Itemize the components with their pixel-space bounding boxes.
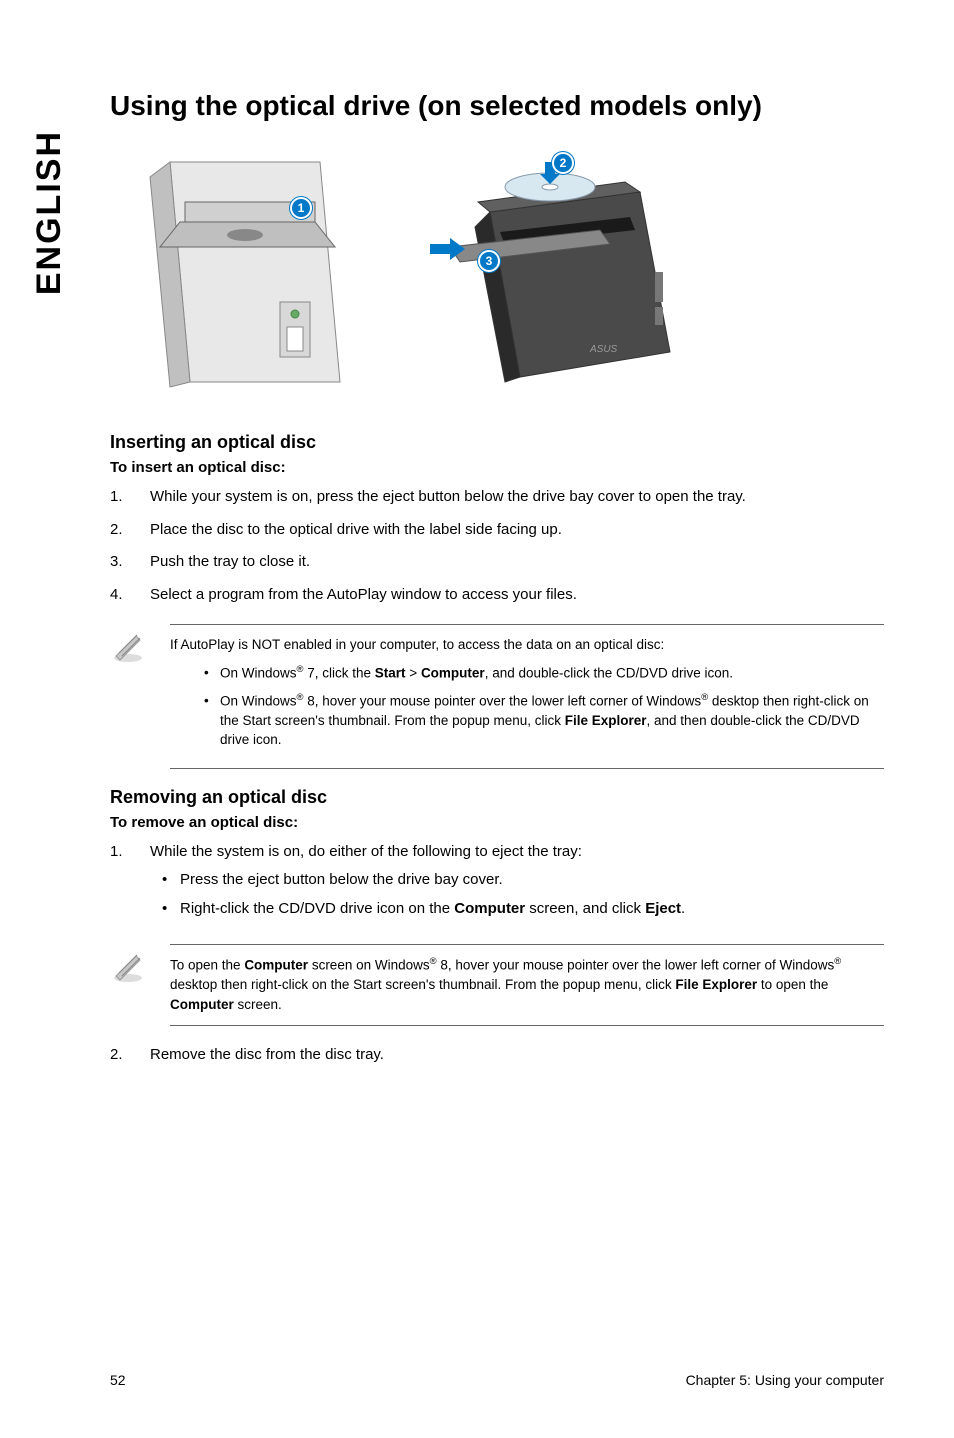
- note-autoplay: If AutoPlay is NOT enabled in your compu…: [110, 624, 884, 769]
- step-text-inner: Right-click the CD/DVD drive icon on the: [180, 900, 454, 917]
- step-number: 1.: [110, 841, 150, 927]
- language-tab: ENGLISH: [30, 130, 69, 295]
- step-text: Select a program from the AutoPlay windo…: [150, 584, 884, 607]
- svg-text:ASUS: ASUS: [589, 344, 618, 355]
- note-text: screen on Windows: [308, 958, 430, 973]
- list-item: Press the eject button below the drive b…: [150, 869, 884, 892]
- bold-computer: Computer: [170, 997, 234, 1012]
- step-number: 3.: [110, 551, 150, 574]
- step-number: 1.: [110, 486, 150, 509]
- list-item: 2.Remove the disc from the disc tray.: [110, 1044, 884, 1067]
- callout-3: 3: [478, 250, 500, 272]
- pencil-note-icon: [110, 948, 146, 984]
- bold-computer: Computer: [421, 665, 485, 680]
- bold-file-explorer: File Explorer: [565, 713, 647, 728]
- removing-steps-2: 2.Remove the disc from the disc tray.: [110, 1044, 884, 1067]
- note-text: desktop then right-click on the Start sc…: [170, 977, 675, 992]
- pencil-note-icon: [110, 628, 146, 664]
- note-text: 7, click the: [304, 665, 375, 680]
- note-text: to open the: [757, 977, 828, 992]
- callout-2: 2: [552, 152, 574, 174]
- registered-mark: ®: [430, 956, 437, 967]
- registered-mark: ®: [834, 956, 841, 967]
- inserting-steps: 1.While your system is on, press the eje…: [110, 486, 884, 606]
- step-number: 4.: [110, 584, 150, 607]
- callout-1: 1: [290, 197, 312, 219]
- figure-angled-tower: ASUS 2 3: [420, 152, 700, 392]
- bold-computer: Computer: [244, 958, 308, 973]
- list-item: 3.Push the tray to close it.: [110, 551, 884, 574]
- step-text-inner: .: [681, 900, 685, 917]
- note-text: 8, hover your mouse pointer over the low…: [437, 958, 835, 973]
- angled-tower-icon: ASUS: [420, 152, 700, 392]
- step-number: 2.: [110, 519, 150, 542]
- registered-mark: ®: [297, 664, 304, 675]
- bold-eject: Eject: [645, 900, 681, 917]
- list-item: On Windows® 7, click the Start > Compute…: [200, 663, 884, 683]
- chapter-label: Chapter 5: Using your computer: [686, 1372, 884, 1388]
- list-item: On Windows® 8, hover your mouse pointer …: [200, 691, 884, 750]
- front-tower-icon: [140, 152, 360, 392]
- inserting-heading: Inserting an optical disc: [110, 432, 884, 453]
- figures-row: 1: [110, 152, 884, 392]
- list-item: 1. While the system is on, do either of …: [110, 841, 884, 927]
- note-content: To open the Computer screen on Windows® …: [170, 944, 884, 1025]
- removing-subhead: To remove an optical disc:: [110, 814, 884, 831]
- note-text: >: [406, 665, 421, 680]
- list-item: 4.Select a program from the AutoPlay win…: [110, 584, 884, 607]
- removing-steps: 1. While the system is on, do either of …: [110, 841, 884, 927]
- step-number: 2.: [110, 1044, 150, 1067]
- note-text: , and double-click the CD/DVD drive icon…: [485, 665, 733, 680]
- removing-heading: Removing an optical disc: [110, 787, 884, 808]
- list-item: Right-click the CD/DVD drive icon on the…: [150, 898, 884, 921]
- step-text-inner: screen, and click: [525, 900, 645, 917]
- note-text: To open the: [170, 958, 244, 973]
- note-text: On Windows: [220, 665, 297, 680]
- list-item: 1.While your system is on, press the eje…: [110, 486, 884, 509]
- page-number: 52: [110, 1372, 126, 1388]
- step-text: Place the disc to the optical drive with…: [150, 519, 884, 542]
- step-text: While the system is on, do either of the…: [150, 841, 884, 927]
- step-text: While your system is on, press the eject…: [150, 486, 884, 509]
- note-intro: If AutoPlay is NOT enabled in your compu…: [170, 635, 884, 655]
- list-item: 2.Place the disc to the optical drive wi…: [110, 519, 884, 542]
- step-text: Remove the disc from the disc tray.: [150, 1044, 884, 1067]
- note-text: On Windows: [220, 693, 297, 708]
- note-text: 8, hover your mouse pointer over the low…: [304, 693, 702, 708]
- bold-start: Start: [375, 665, 406, 680]
- page-title: Using the optical drive (on selected mod…: [110, 90, 884, 122]
- page-footer: 52 Chapter 5: Using your computer: [110, 1372, 884, 1388]
- inserting-subhead: To insert an optical disc:: [110, 459, 884, 476]
- note-computer-screen: To open the Computer screen on Windows® …: [110, 944, 884, 1025]
- note-content: If AutoPlay is NOT enabled in your compu…: [170, 624, 884, 769]
- step-text: Push the tray to close it.: [150, 551, 884, 574]
- figure-front-tower: 1: [140, 152, 360, 392]
- bold-computer: Computer: [454, 900, 525, 917]
- step-text-inner: While the system is on, do either of the…: [150, 843, 582, 860]
- bold-file-explorer: File Explorer: [675, 977, 757, 992]
- note-text: screen.: [234, 997, 282, 1012]
- registered-mark: ®: [297, 692, 304, 703]
